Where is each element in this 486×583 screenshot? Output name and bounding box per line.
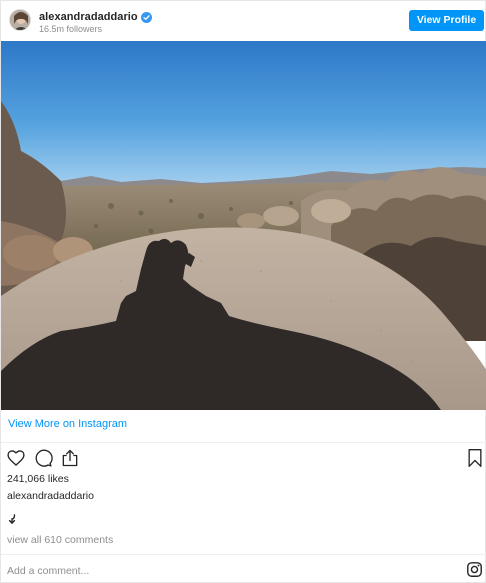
instagram-embed: alexandradaddario 16.5m followers View P… [0, 0, 486, 583]
view-more-link[interactable]: View More on Instagram [8, 418, 127, 430]
avatar[interactable] [9, 9, 31, 31]
post-photo[interactable] [1, 41, 486, 410]
heart-icon[interactable] [6, 448, 26, 468]
share-icon[interactable] [60, 448, 80, 468]
username-row: alexandradaddario [39, 10, 152, 24]
like-count[interactable]: 241,066 likes [7, 473, 69, 485]
instagram-logo-icon[interactable] [466, 561, 483, 578]
divider [1, 442, 486, 443]
verified-badge-icon [140, 11, 152, 23]
follower-count: 16.5m followers [39, 24, 103, 34]
arrow-curve-down-icon [8, 514, 16, 524]
caption-username[interactable]: alexandradaddario [7, 490, 94, 502]
add-comment-input[interactable] [7, 564, 447, 578]
divider [1, 554, 486, 555]
comment-icon[interactable] [33, 448, 53, 468]
view-profile-button[interactable]: View Profile [409, 10, 484, 31]
username[interactable]: alexandradaddario [39, 11, 138, 23]
post-header: alexandradaddario 16.5m followers View P… [1, 1, 486, 41]
bookmark-icon[interactable] [466, 448, 484, 468]
view-comments-link[interactable]: view all 610 comments [7, 534, 113, 546]
